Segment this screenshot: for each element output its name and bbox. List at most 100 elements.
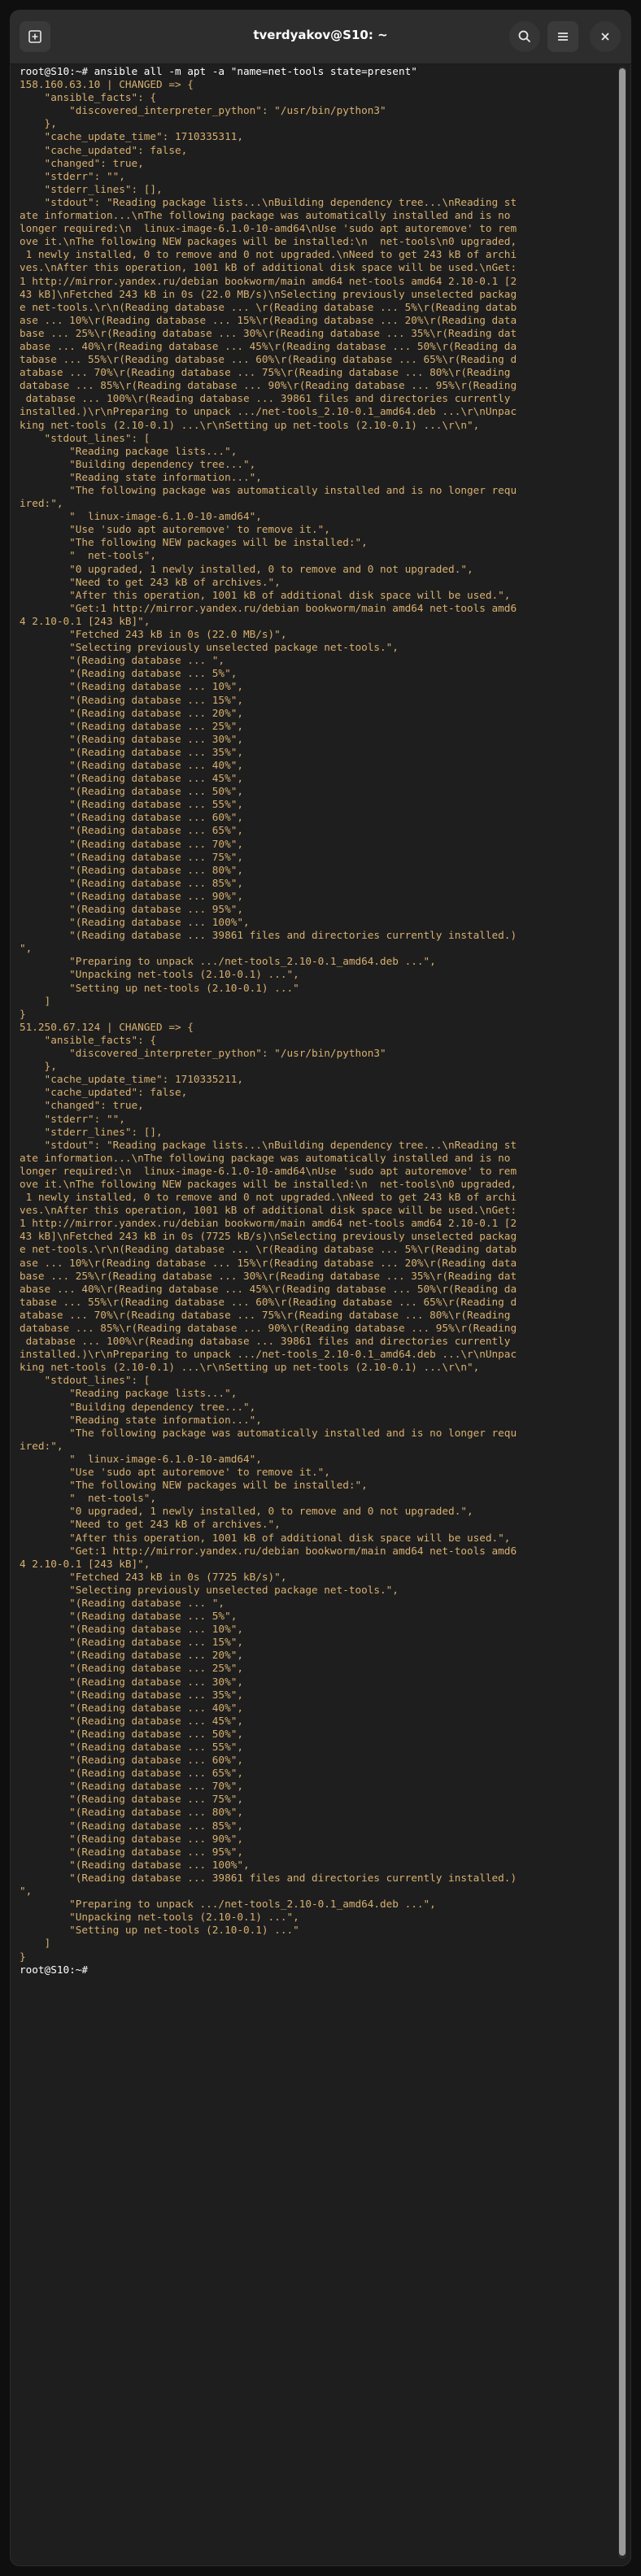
terminal-output-line: e net-tools.\r\n(Reading database ... \r… bbox=[20, 300, 517, 313]
terminal-output-line: " linux-image-6.1.0-10-amd64", bbox=[20, 510, 262, 523]
terminal-output-line: } bbox=[20, 1950, 26, 1963]
terminal-output-line: "The following NEW packages will be inst… bbox=[20, 1479, 368, 1492]
terminal-output[interactable]: root@S10:~# ansible all -m apt -a "name=… bbox=[20, 65, 609, 1977]
terminal-output-line: "Fetched 243 kB in 0s (22.0 MB/s)", bbox=[20, 628, 287, 641]
terminal-output-line: " linux-image-6.1.0-10-amd64", bbox=[20, 1452, 262, 1465]
terminal-output-line: database ... 100%\r(Reading database ...… bbox=[20, 392, 511, 405]
terminal-output-line: ired:", bbox=[20, 1439, 63, 1452]
terminal-output-line: "The following package was automatically… bbox=[20, 484, 517, 496]
new-tab-icon bbox=[28, 30, 41, 43]
terminal-output-line: "Reading state information...", bbox=[20, 1413, 262, 1426]
terminal-output-line: ", bbox=[20, 1885, 33, 1898]
terminal-prompt-line: root@S10:~# bbox=[20, 1963, 94, 1976]
terminal-output-line: "stderr_lines": [], bbox=[20, 182, 163, 195]
terminal-output-line: 51.250.67.124 | CHANGED => { bbox=[20, 1020, 194, 1033]
terminal-output-line: "After this operation, 1001 kB of additi… bbox=[20, 588, 511, 601]
terminal-output-line: "Preparing to unpack .../net-tools_2.10-… bbox=[20, 1898, 436, 1911]
terminal-output-line: longer required:\n linux-image-6.1.0-10-… bbox=[20, 222, 517, 235]
terminal-output-line: "Use 'sudo apt autoremove' to remove it.… bbox=[20, 523, 330, 536]
terminal-output-line: "(Reading database ... 39861 files and d… bbox=[20, 1871, 517, 1884]
terminal-output-line: "changed": true, bbox=[20, 1099, 144, 1112]
terminal-output-line: "(Reading database ... 70%", bbox=[20, 837, 243, 850]
terminal-output-line: "stderr": "", bbox=[20, 169, 125, 182]
terminal-output-line: ate information...\nThe following packag… bbox=[20, 209, 511, 222]
terminal-output-line: "(Reading database ... 90%", bbox=[20, 1832, 243, 1845]
terminal-output-line: "(Reading database ... 95%", bbox=[20, 1845, 243, 1858]
terminal-output-line: "(Reading database ... ", bbox=[20, 654, 225, 667]
terminal-window: tverdyakov@S10: ~ root@S10:~# ansible al… bbox=[10, 10, 631, 2566]
terminal-output-line: "(Reading database ... 15%", bbox=[20, 693, 243, 706]
scrollbar[interactable] bbox=[618, 67, 626, 2559]
terminal-output-line: 43 kB]\nFetched 243 kB in 0s (7725 kB/s)… bbox=[20, 1230, 517, 1243]
terminal-output-line: database ... 100%\r(Reading database ...… bbox=[20, 1335, 511, 1348]
terminal-output-line: "(Reading database ... 45%", bbox=[20, 772, 243, 785]
terminal-output-line: ves.\nAfter this operation, 1001 kB of a… bbox=[20, 1204, 517, 1217]
terminal-output-line: "(Reading database ... ", bbox=[20, 1596, 225, 1609]
terminal-output-line: "(Reading database ... 65%", bbox=[20, 824, 243, 837]
terminal-output-line: "(Reading database ... 5%", bbox=[20, 1610, 238, 1623]
terminal-output-line: e net-tools.\r\n(Reading database ... \r… bbox=[20, 1243, 517, 1256]
terminal-output-line: "(Reading database ... 39861 files and d… bbox=[20, 929, 517, 942]
terminal-output-line: "(Reading database ... 75%", bbox=[20, 850, 243, 863]
terminal-output-line: "0 upgraded, 1 newly installed, 0 to rem… bbox=[20, 1505, 473, 1518]
terminal-output-line: "(Reading database ... 20%", bbox=[20, 1649, 243, 1662]
terminal-output-line: "cache_updated": false, bbox=[20, 1086, 188, 1099]
terminal-output-line: "Building dependency tree...", bbox=[20, 1400, 256, 1413]
terminal-output-line: installed.)\r\nPreparing to unpack .../n… bbox=[20, 405, 517, 418]
terminal-output-line: "Selecting previously unselected package… bbox=[20, 641, 399, 654]
terminal-output-line: "stdout_lines": [ bbox=[20, 1374, 150, 1387]
terminal-output-line: "Reading package lists...", bbox=[20, 444, 238, 457]
terminal-output-line: "(Reading database ... 40%", bbox=[20, 1701, 243, 1714]
terminal-output-line: "The following package was automatically… bbox=[20, 1426, 517, 1439]
terminal-output-line: "Get:1 http://mirror.yandex.ru/debian bo… bbox=[20, 601, 517, 614]
terminal-output-line: ase ... 10%\r(Reading database ... 15%\r… bbox=[20, 313, 517, 326]
terminal-output-line: ", bbox=[20, 942, 33, 955]
terminal-output-line: abase ... 40%\r(Reading database ... 45%… bbox=[20, 339, 517, 352]
terminal-output-line: ired:", bbox=[20, 497, 63, 510]
terminal-output-line: "stdout_lines": [ bbox=[20, 431, 150, 444]
terminal-output-line: "(Reading database ... 35%", bbox=[20, 1688, 243, 1701]
terminal-output-line: ] bbox=[20, 994, 51, 1007]
terminal-output-line: "stderr_lines": [], bbox=[20, 1125, 163, 1138]
menu-button[interactable] bbox=[547, 21, 578, 52]
terminal-output-line: "(Reading database ... 100%", bbox=[20, 916, 250, 929]
terminal-output-line: "The following NEW packages will be inst… bbox=[20, 536, 368, 549]
terminal-output-line: base ... 25%\r(Reading database ... 30%\… bbox=[20, 1269, 517, 1282]
search-button[interactable] bbox=[509, 21, 540, 52]
terminal-output-line: tabase ... 55%\r(Reading database ... 60… bbox=[20, 353, 517, 366]
terminal-output-line: atabase ... 70%\r(Reading database ... 7… bbox=[20, 1308, 511, 1321]
scrollbar-thumb[interactable] bbox=[619, 68, 626, 2556]
terminal-prompt-line: root@S10:~# ansible all -m apt -a "name=… bbox=[20, 65, 417, 77]
terminal-output-line: "(Reading database ... 70%", bbox=[20, 1780, 243, 1793]
terminal-output-line: "Fetched 243 kB in 0s (7725 kB/s)", bbox=[20, 1570, 287, 1583]
terminal-output-line: "Need to get 243 kB of archives.", bbox=[20, 575, 281, 588]
terminal-output-line: "(Reading database ... 55%", bbox=[20, 1741, 243, 1753]
terminal-output-line: "Unpacking net-tools (2.10-0.1) ...", bbox=[20, 968, 299, 981]
terminal-output-line: 4 2.10-0.1 [243 kB]", bbox=[20, 1557, 150, 1570]
terminal-output-line: 158.160.63.10 | CHANGED => { bbox=[20, 78, 194, 91]
terminal-output-line: "ansible_facts": { bbox=[20, 1033, 157, 1046]
terminal-output-line: }, bbox=[20, 117, 57, 130]
new-tab-button[interactable] bbox=[20, 21, 50, 52]
terminal-output-line: "Reading package lists...", bbox=[20, 1387, 238, 1400]
terminal-output-line: "cache_update_time": 1710335211, bbox=[20, 1073, 243, 1086]
terminal-output-line: ove it.\nThe following NEW packages will… bbox=[20, 1177, 517, 1190]
terminal-output-line: installed.)\r\nPreparing to unpack .../n… bbox=[20, 1348, 517, 1361]
terminal-output-line: "(Reading database ... 5%", bbox=[20, 667, 238, 680]
terminal-output-line: "(Reading database ... 80%", bbox=[20, 1806, 243, 1819]
terminal-output-line: "(Reading database ... 20%", bbox=[20, 706, 243, 719]
terminal-output-line: "(Reading database ... 10%", bbox=[20, 1623, 243, 1636]
terminal-output-line: "(Reading database ... 35%", bbox=[20, 745, 243, 758]
terminal-output-line: "Building dependency tree...", bbox=[20, 457, 256, 470]
terminal-output-line: ate information...\nThe following packag… bbox=[20, 1151, 511, 1164]
terminal-output-line: "Need to get 243 kB of archives.", bbox=[20, 1518, 281, 1531]
terminal-output-line: king net-tools (2.10-0.1) ...\r\nSetting… bbox=[20, 1361, 480, 1374]
terminal-output-line: "(Reading database ... 30%", bbox=[20, 1675, 243, 1688]
window-title: tverdyakov@S10: ~ bbox=[253, 28, 388, 42]
terminal-output-line: "(Reading database ... 25%", bbox=[20, 1662, 243, 1675]
terminal-output-line: ase ... 10%\r(Reading database ... 15%\r… bbox=[20, 1256, 517, 1269]
terminal-output-line: base ... 25%\r(Reading database ... 30%\… bbox=[20, 326, 517, 339]
terminal-output-line: "(Reading database ... 50%", bbox=[20, 1727, 243, 1740]
close-button[interactable] bbox=[590, 21, 621, 52]
terminal-output-line: abase ... 40%\r(Reading database ... 45%… bbox=[20, 1282, 517, 1295]
